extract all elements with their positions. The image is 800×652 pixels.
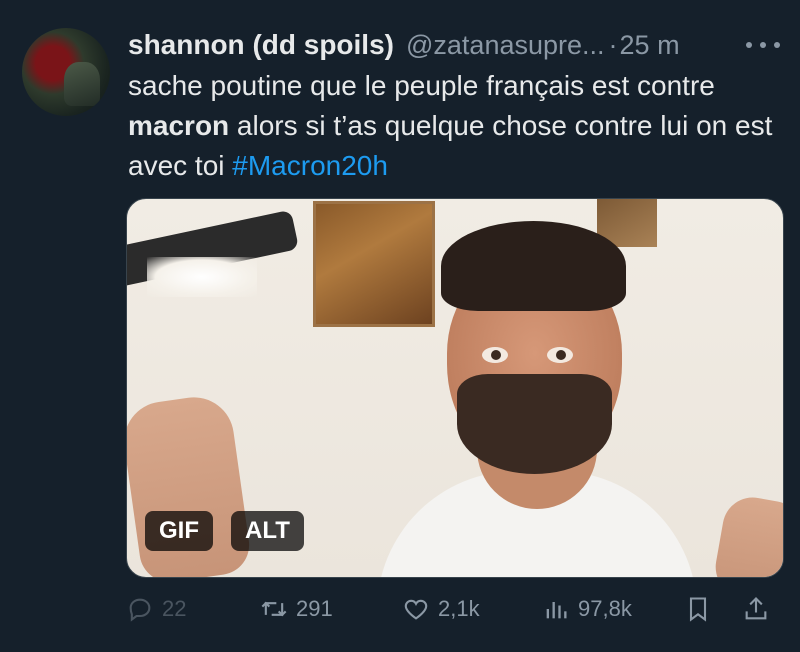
person-beard [457,374,612,474]
timestamp[interactable]: 25 m [620,30,680,61]
tweet-text: sache poutine que le peuple français est… [128,66,783,186]
share-icon [745,597,767,620]
bookmark-icon [689,597,707,622]
retweet-count: 291 [296,596,333,621]
alt-badge[interactable]: ALT [231,511,304,551]
views-count: 97,8k [578,596,632,621]
avatar[interactable] [22,28,110,116]
like-button[interactable]: 2,1k [402,590,480,628]
reply-icon [129,598,151,622]
reply-button[interactable]: 22 [126,590,186,628]
views-icon [546,602,567,619]
bookmark-button[interactable] [684,590,720,628]
views-button[interactable]: 97,8k [542,590,632,628]
retweet-icon [261,601,287,617]
person-hand-right [710,492,783,577]
retweet-button[interactable]: 291 [260,590,333,628]
person-eye-right [547,347,573,363]
hashtag-link[interactable]: #Macron20h [232,150,388,181]
share-button[interactable] [742,590,778,628]
tweet-actions: 22 291 2,1k 97,8k [126,590,786,628]
more-icon[interactable] [746,34,780,56]
tweet-header: shannon (dd spoils) @zatanasupre... · 25… [128,26,780,64]
heart-icon [404,599,428,620]
reply-count: 22 [162,596,187,621]
person-hair [441,221,626,311]
like-count: 2,1k [438,596,480,621]
background-painting [313,201,435,327]
tweet-text-bold: macron [128,110,230,141]
person-eye-left [482,347,508,363]
display-name[interactable]: shannon (dd spoils) [128,29,394,61]
gif-badge: GIF [145,511,213,551]
separator: · [608,29,618,60]
lamp-glow [147,257,257,297]
tweet-text-part1: sache poutine que le peuple français est… [128,70,715,101]
user-handle[interactable]: @zatanasupre... [406,30,605,61]
gif-media[interactable]: GIF ALT [126,198,784,578]
